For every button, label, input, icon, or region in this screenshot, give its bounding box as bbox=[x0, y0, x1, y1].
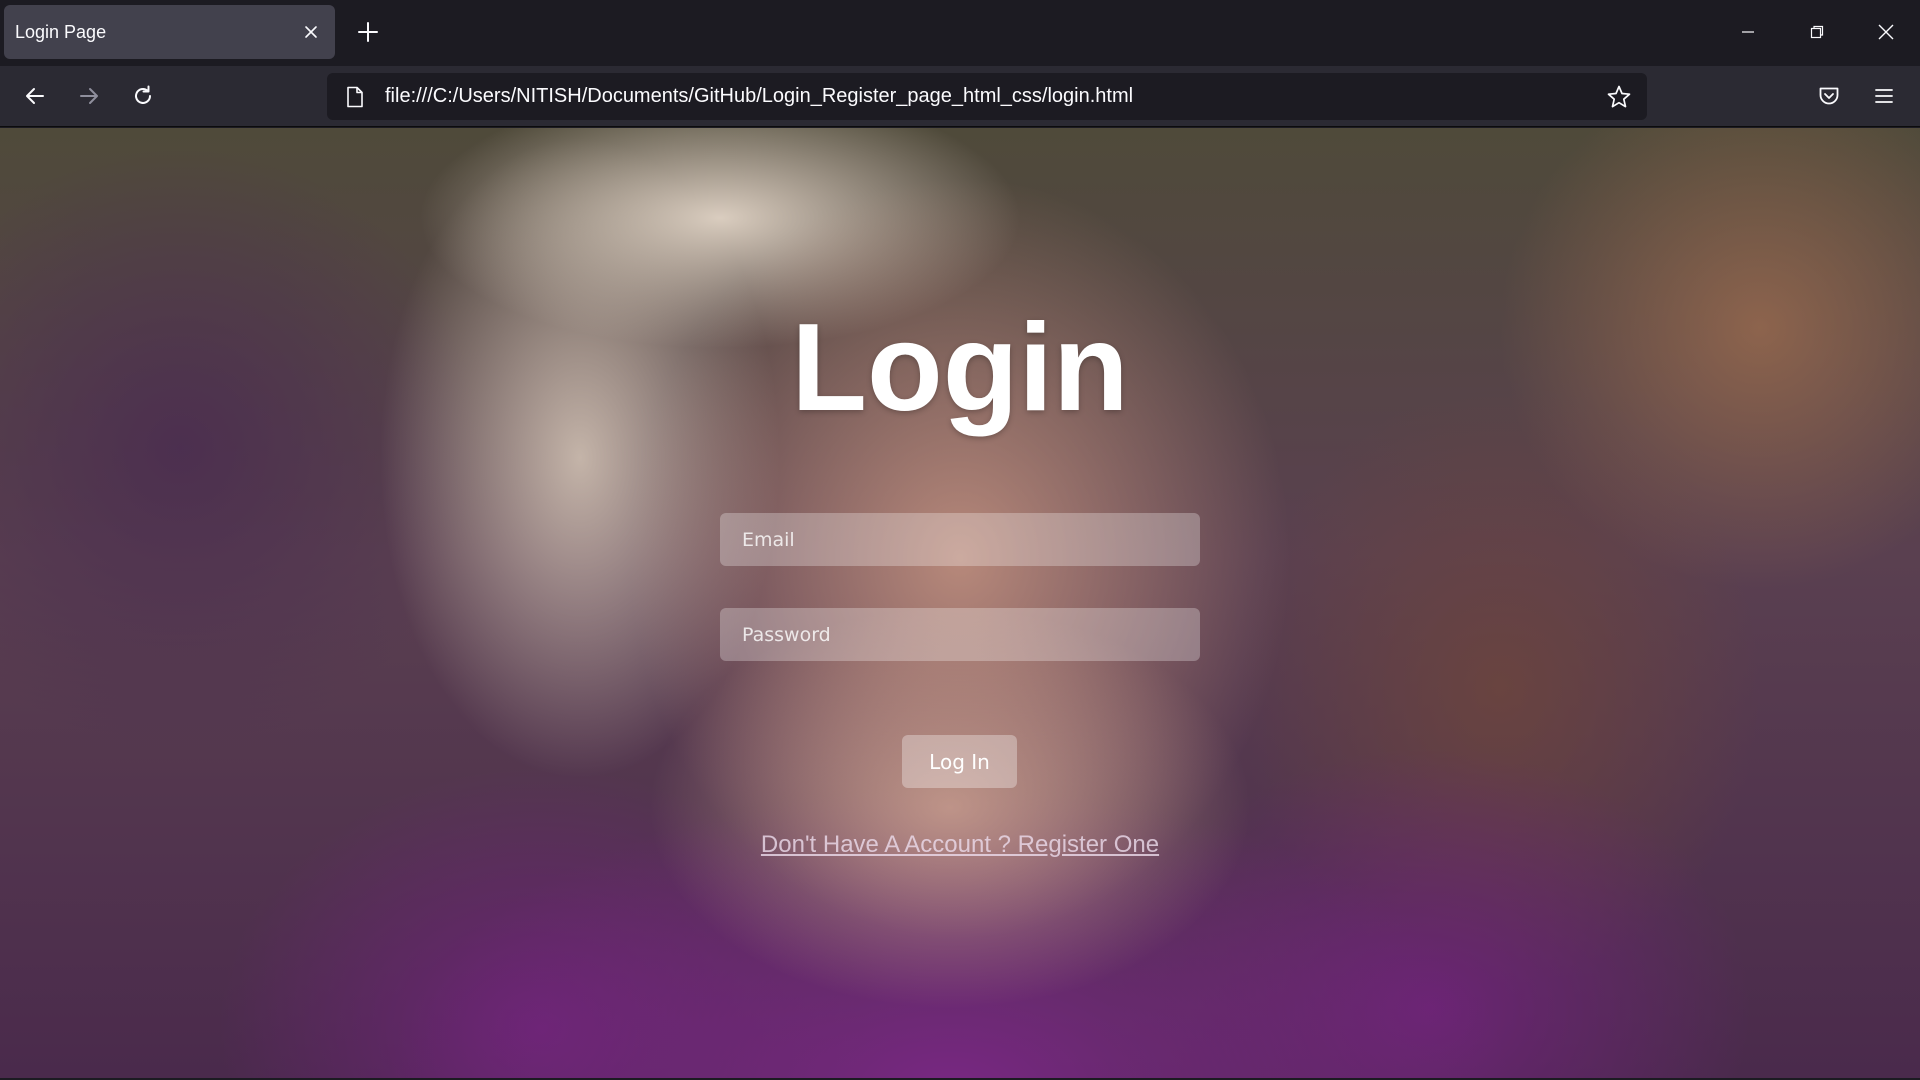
register-link-container: Don't Have A Account ? Register One bbox=[0, 831, 1920, 859]
email-input[interactable] bbox=[720, 513, 1200, 566]
tab-strip: Login Page bbox=[0, 0, 1920, 66]
login-form: Login Log In Don't Have A Account ? Regi… bbox=[0, 128, 1920, 1078]
new-tab-plus-icon[interactable] bbox=[350, 14, 386, 50]
reload-icon[interactable] bbox=[120, 73, 166, 119]
page-icon bbox=[331, 73, 379, 120]
tab-title: Login Page bbox=[15, 21, 107, 42]
url-text[interactable]: file:///C:/Users/NITISH/Documents/GitHub… bbox=[379, 85, 1595, 108]
close-window-icon[interactable] bbox=[1864, 12, 1908, 52]
page-title: Login bbox=[791, 299, 1129, 437]
tab-close-icon[interactable] bbox=[291, 12, 331, 52]
back-arrow-left-icon[interactable] bbox=[12, 73, 58, 119]
password-input[interactable] bbox=[720, 608, 1200, 661]
tab-login-page[interactable]: Login Page bbox=[4, 5, 335, 59]
hamburger-menu-icon[interactable] bbox=[1861, 73, 1907, 119]
forward-arrow-right-icon[interactable] bbox=[66, 73, 112, 119]
page-viewport: Login Log In Don't Have A Account ? Regi… bbox=[0, 128, 1920, 1078]
bookmark-star-icon[interactable] bbox=[1595, 73, 1643, 120]
restore-icon[interactable] bbox=[1795, 12, 1839, 52]
url-bar[interactable]: file:///C:/Users/NITISH/Documents/GitHub… bbox=[327, 73, 1647, 120]
minimize-icon[interactable] bbox=[1726, 12, 1770, 52]
pocket-icon[interactable] bbox=[1806, 73, 1852, 119]
login-button[interactable]: Log In bbox=[902, 735, 1017, 788]
navigation-toolbar: file:///C:/Users/NITISH/Documents/GitHub… bbox=[0, 66, 1920, 127]
register-link[interactable]: Don't Have A Account ? Register One bbox=[761, 831, 1159, 858]
